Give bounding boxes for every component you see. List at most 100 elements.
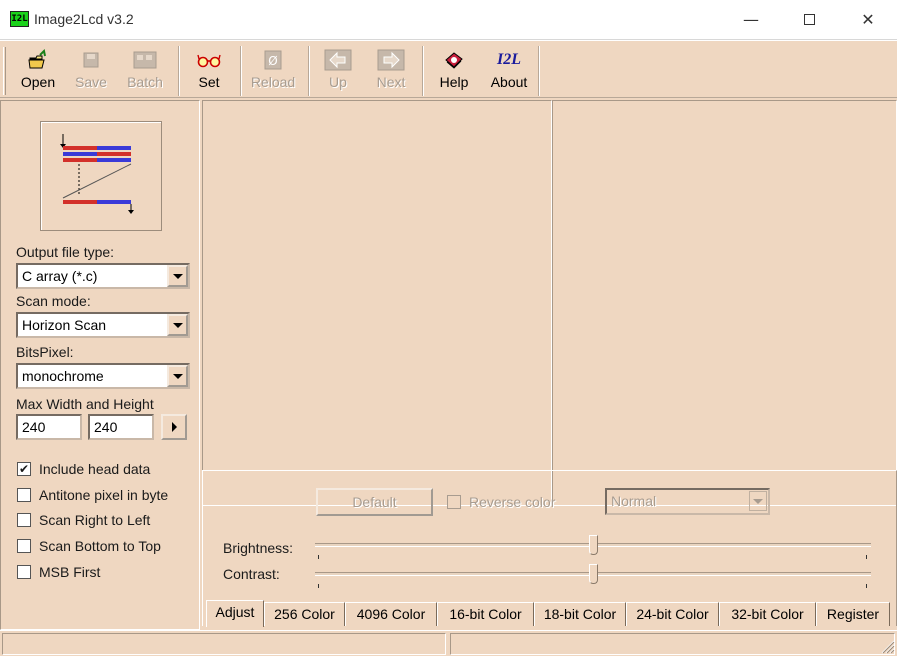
glasses-icon xyxy=(188,47,230,73)
tab-256-color[interactable]: 256 Color xyxy=(264,602,345,626)
option-checkbox-label: Scan Right to Left xyxy=(39,512,151,528)
contrast-label: Contrast: xyxy=(223,566,280,582)
reverse-color-box[interactable] xyxy=(447,495,461,509)
output-file-type-label: Output file type: xyxy=(16,244,115,260)
output-image-pane[interactable] xyxy=(552,100,897,506)
brightness-label: Brightness: xyxy=(223,540,294,556)
toolbar-separator xyxy=(538,46,540,96)
about-i2l-icon: I2L xyxy=(497,51,521,68)
reverse-color-label: Reverse color xyxy=(469,494,556,510)
dropdown-arrow-icon[interactable] xyxy=(167,314,188,336)
color-mode-value: Normal xyxy=(611,493,657,509)
source-image-pane[interactable] xyxy=(202,100,552,506)
option-checkbox-label: Include head data xyxy=(39,461,151,477)
option-checkbox[interactable]: Scan Right to Left xyxy=(17,512,150,528)
reverse-color-checkbox[interactable]: Reverse color xyxy=(447,494,555,510)
help-button[interactable]: Help xyxy=(434,47,474,95)
play-arrow-icon xyxy=(171,422,177,432)
toolbar-separator xyxy=(422,46,424,96)
max-width-input[interactable]: 240 xyxy=(16,414,82,440)
about-label: About xyxy=(490,74,528,90)
arrow-right-icon xyxy=(370,47,412,73)
tab-24-bit-color[interactable]: 24-bit Color xyxy=(626,602,719,626)
scan-mode-preview xyxy=(40,121,162,231)
set-button[interactable]: Set xyxy=(188,47,230,95)
option-checkbox[interactable]: ✔ Include head data xyxy=(17,461,150,477)
status-cell-left xyxy=(2,633,446,655)
tab-4096-color[interactable]: 4096 Color xyxy=(345,602,437,626)
dropdown-arrow-icon[interactable] xyxy=(167,265,188,287)
batch-button[interactable]: Batch xyxy=(122,47,168,95)
slider-tick xyxy=(318,555,319,559)
toolbar: Open Save Batch Set Ø Reload Up Next Hel… xyxy=(0,40,897,98)
brightness-slider[interactable] xyxy=(315,535,871,555)
bits-pixel-label: BitsPixel: xyxy=(16,344,74,360)
dropdown-arrow-icon[interactable] xyxy=(749,491,767,511)
option-checkbox[interactable]: Scan Bottom to Top xyxy=(17,538,161,554)
window-title: Image2Lcd v3.2 xyxy=(34,11,134,27)
brightness-slider-thumb[interactable] xyxy=(589,535,598,555)
app-icon: I2L xyxy=(10,11,29,27)
checkbox-box[interactable] xyxy=(17,539,31,553)
status-cell-right xyxy=(450,633,895,655)
maximize-button[interactable] xyxy=(786,5,832,35)
tab-32-bit-color[interactable]: 32-bit Color xyxy=(719,602,816,626)
tab-16-bit-color[interactable]: 16-bit Color xyxy=(437,602,534,626)
option-checkbox[interactable]: MSB First xyxy=(17,564,100,580)
dropdown-arrow-icon[interactable] xyxy=(167,365,188,387)
checkbox-box[interactable] xyxy=(17,488,31,502)
apply-size-button[interactable] xyxy=(161,414,187,440)
toolbar-separator xyxy=(240,46,242,96)
checkmark-icon[interactable]: ✔ xyxy=(17,462,31,476)
scan-mode-select[interactable]: Horizon Scan xyxy=(16,312,190,338)
maximize-icon xyxy=(803,13,815,25)
tab-adjust[interactable]: Adjust xyxy=(206,600,264,627)
resize-grip-icon[interactable] xyxy=(879,638,895,654)
reload-button[interactable]: Ø Reload xyxy=(248,47,298,95)
batch-label: Batch xyxy=(127,74,163,90)
scan-direction-diagram xyxy=(60,134,134,214)
arrow-left-icon xyxy=(318,47,358,73)
save-label: Save xyxy=(75,74,107,90)
open-button[interactable]: Open xyxy=(14,47,62,95)
toolbar-separator xyxy=(308,46,310,96)
option-checkbox[interactable]: Antitone pixel in byte xyxy=(17,487,168,503)
toolbar-separator xyxy=(178,46,180,96)
save-disk-icon xyxy=(70,47,112,73)
up-button[interactable]: Up xyxy=(318,47,358,95)
bits-pixel-value: monochrome xyxy=(22,368,104,384)
checkbox-box[interactable] xyxy=(17,513,31,527)
max-height-input[interactable]: 240 xyxy=(88,414,154,440)
scan-mode-label: Scan mode: xyxy=(16,293,91,309)
close-button[interactable]: ✕ xyxy=(845,5,891,35)
title-bar: I2L Image2Lcd v3.2 — ✕ xyxy=(0,0,897,40)
status-bar xyxy=(0,630,897,656)
settings-panel: Output file type: C array (*.c) Scan mod… xyxy=(0,100,200,630)
open-folder-icon xyxy=(14,47,62,73)
option-checkbox-label: Scan Bottom to Top xyxy=(39,538,161,554)
output-file-type-select[interactable]: C array (*.c) xyxy=(16,263,190,289)
help-label: Help xyxy=(439,74,469,90)
scan-mode-value: Horizon Scan xyxy=(22,317,107,333)
batch-icon xyxy=(122,47,168,73)
save-button[interactable]: Save xyxy=(70,47,112,95)
contrast-slider-thumb[interactable] xyxy=(589,564,598,584)
contrast-slider[interactable] xyxy=(315,564,871,584)
toolbar-grip xyxy=(3,47,6,95)
tab-register[interactable]: Register xyxy=(816,602,890,626)
next-label: Next xyxy=(376,74,406,90)
color-mode-select[interactable]: Normal xyxy=(605,488,770,515)
tab-18-bit-color[interactable]: 18-bit Color xyxy=(534,602,626,626)
slider-tick xyxy=(318,584,319,588)
minimize-button[interactable]: — xyxy=(728,5,774,35)
slider-tick xyxy=(866,584,867,588)
next-button[interactable]: Next xyxy=(370,47,412,95)
bits-pixel-select[interactable]: monochrome xyxy=(16,363,190,389)
default-button[interactable]: Default xyxy=(316,488,433,516)
option-checkbox-label: MSB First xyxy=(39,564,101,580)
checkbox-box[interactable] xyxy=(17,565,31,579)
option-checkbox-label: Antitone pixel in byte xyxy=(39,487,169,503)
set-label: Set xyxy=(198,74,220,90)
about-button[interactable]: I2L About xyxy=(484,47,534,95)
main-window: Open Save Batch Set Ø Reload Up Next Hel… xyxy=(0,40,897,656)
